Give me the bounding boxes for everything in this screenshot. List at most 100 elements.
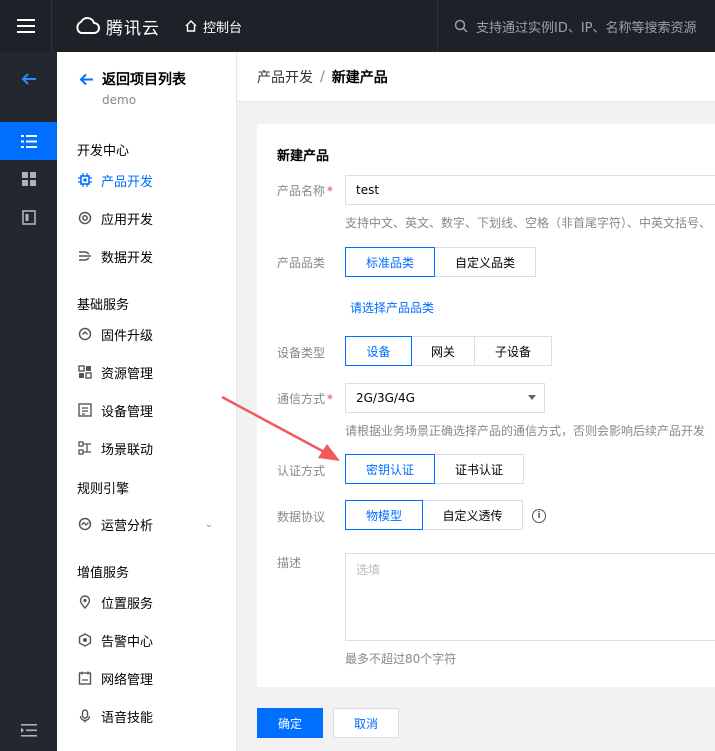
voice-icon bbox=[77, 708, 93, 724]
chip-icon bbox=[77, 172, 93, 188]
alarm-icon bbox=[77, 632, 93, 648]
category-option-custom[interactable]: 自定义品类 bbox=[434, 247, 536, 277]
section-title-value-added: 增值服务 bbox=[77, 566, 130, 581]
sidebar-item-voice[interactable]: 语音技能 bbox=[77, 705, 227, 727]
brand-logo[interactable]: 腾讯云 bbox=[52, 0, 160, 52]
device-icon bbox=[77, 402, 93, 418]
search-placeholder: 支持通过实例ID、IP、名称等搜索资源 bbox=[476, 20, 697, 36]
product-name-label: 产品名称 * bbox=[277, 184, 334, 198]
breadcrumb-current: 新建产品 bbox=[331, 69, 388, 86]
product-name-hint: 支持中文、英文、数字、下划线、空格（非首尾字符）、中英文括号、 bbox=[345, 216, 712, 230]
form-title: 新建产品 bbox=[277, 149, 330, 164]
sidebar-item-app-dev[interactable]: 应用开发 bbox=[77, 207, 227, 229]
sidebar-item-devices[interactable]: 设备管理 bbox=[77, 399, 227, 421]
sidebar-item-label: 产品开发 bbox=[101, 174, 154, 190]
back-label: 返回项目列表 bbox=[102, 72, 186, 88]
product-name-input[interactable]: test bbox=[345, 175, 715, 205]
auth-method-selector: 密钥认证 证书认证 bbox=[345, 454, 524, 484]
collapse-menu-icon bbox=[20, 723, 37, 737]
protocol-option-custom[interactable]: 自定义透传 bbox=[422, 500, 523, 530]
icon-rail bbox=[0, 52, 57, 751]
sidebar-item-alarm[interactable]: 告警中心 bbox=[77, 629, 227, 651]
analytics-icon bbox=[77, 516, 93, 532]
data-flow-icon bbox=[77, 248, 93, 264]
brand-name: 腾讯云 bbox=[106, 18, 160, 39]
breadcrumb-parent[interactable]: 产品开发 bbox=[257, 67, 313, 87]
global-search-input[interactable]: 支持通过实例ID、IP、名称等搜索资源 bbox=[437, 0, 715, 52]
comm-method-label: 通信方式 * bbox=[277, 392, 334, 406]
sidebar-item-label: 运营分析 bbox=[101, 518, 154, 534]
device-type-option-subdevice[interactable]: 子设备 bbox=[474, 336, 552, 366]
rail-back-button[interactable] bbox=[0, 60, 57, 98]
description-textarea[interactable]: 选填 bbox=[345, 553, 715, 641]
arrow-left-icon bbox=[21, 73, 36, 85]
sidebar-item-label: 资源管理 bbox=[101, 366, 154, 382]
comm-method-select[interactable]: 2G/3G/4G bbox=[345, 383, 545, 413]
rail-item-grid[interactable] bbox=[0, 160, 57, 198]
document-icon bbox=[21, 209, 36, 225]
rail-item-doc[interactable] bbox=[0, 198, 57, 236]
console-link[interactable]: 控制台 bbox=[184, 17, 242, 36]
location-icon bbox=[77, 594, 93, 610]
sidebar-item-label: 应用开发 bbox=[101, 212, 154, 228]
caret-down-icon bbox=[528, 395, 536, 400]
back-to-projects-link[interactable]: 返回项目列表 bbox=[79, 69, 186, 89]
rail-item-list[interactable] bbox=[0, 122, 57, 160]
choose-category-link[interactable]: 请选择产品品类 bbox=[350, 299, 434, 316]
auth-option-certificate[interactable]: 证书认证 bbox=[434, 454, 524, 484]
auth-method-label: 认证方式 bbox=[277, 464, 326, 478]
list-icon bbox=[20, 134, 37, 148]
sidebar-item-label: 告警中心 bbox=[101, 634, 154, 650]
hamburger-icon bbox=[16, 19, 35, 33]
section-title-basic: 基础服务 bbox=[77, 298, 130, 313]
sidebar-item-location[interactable]: 位置服务 bbox=[77, 591, 227, 613]
breadcrumb-separator: / bbox=[320, 68, 325, 85]
protocol-option-model[interactable]: 物模型 bbox=[345, 500, 423, 530]
description-hint: 最多不超过80个字符 bbox=[345, 652, 457, 666]
section-title-dev: 开发中心 bbox=[77, 144, 130, 159]
app-icon bbox=[77, 210, 93, 226]
device-type-label: 设备类型 bbox=[277, 346, 326, 360]
auth-option-key[interactable]: 密钥认证 bbox=[345, 454, 435, 484]
sidebar-item-label: 固件升级 bbox=[101, 328, 154, 344]
firmware-icon bbox=[77, 326, 93, 342]
description-label: 描述 bbox=[277, 556, 302, 570]
confirm-button[interactable]: 确定 bbox=[257, 708, 323, 738]
sidebar-item-resources[interactable]: 资源管理 bbox=[77, 361, 227, 383]
device-type-option-gateway[interactable]: 网关 bbox=[411, 336, 475, 366]
category-label: 产品品类 bbox=[277, 256, 326, 270]
device-type-option-device[interactable]: 设备 bbox=[345, 336, 412, 366]
chevron-down-icon: ⌄ bbox=[204, 518, 213, 530]
sidebar: 返回项目列表 demo 开发中心 产品开发 应用开发 数据开发 基础服务 固件升… bbox=[57, 52, 237, 751]
required-mark: * bbox=[327, 392, 334, 406]
scene-icon bbox=[77, 440, 93, 456]
sidebar-item-scenes[interactable]: 场景联动 bbox=[77, 437, 227, 459]
info-icon[interactable]: i bbox=[532, 509, 546, 523]
rail-collapse-button[interactable] bbox=[0, 711, 57, 749]
grid-icon bbox=[21, 172, 36, 186]
network-icon bbox=[77, 670, 93, 686]
comm-method-hint: 请根据业务场景正确选择产品的通信方式，否则会影响后续产品开发 bbox=[345, 424, 706, 438]
sidebar-item-label: 数据开发 bbox=[101, 250, 154, 266]
cloud-logo-icon bbox=[76, 17, 100, 34]
breadcrumb: 产品开发 / 新建产品 bbox=[237, 52, 715, 102]
console-label: 控制台 bbox=[203, 20, 243, 36]
arrow-left-icon bbox=[79, 73, 93, 85]
resource-icon bbox=[77, 364, 93, 380]
project-name: demo bbox=[102, 93, 137, 107]
section-title-rules: 规则引擎 bbox=[77, 482, 130, 497]
sidebar-item-label: 场景联动 bbox=[101, 442, 154, 458]
top-bar: 腾讯云 控制台 支持通过实例ID、IP、名称等搜索资源 bbox=[0, 0, 715, 52]
sidebar-item-product-dev[interactable]: 产品开发 bbox=[77, 169, 227, 191]
category-option-standard[interactable]: 标准品类 bbox=[345, 247, 435, 277]
hamburger-menu-button[interactable] bbox=[0, 0, 52, 52]
cancel-button[interactable]: 取消 bbox=[333, 708, 399, 738]
sidebar-item-data-dev[interactable]: 数据开发 bbox=[77, 245, 227, 267]
sidebar-item-firmware[interactable]: 固件升级 bbox=[77, 323, 227, 345]
sidebar-item-analytics[interactable]: 运营分析 ⌄ bbox=[77, 513, 227, 535]
search-icon bbox=[454, 19, 468, 33]
new-product-form: 新建产品 产品名称 * test 支持中文、英文、数字、下划线、空格（非首尾字符）… bbox=[257, 124, 715, 687]
sidebar-item-network[interactable]: 网络管理 bbox=[77, 667, 227, 689]
home-icon bbox=[185, 20, 197, 32]
data-protocol-label: 数据协议 bbox=[277, 510, 326, 524]
